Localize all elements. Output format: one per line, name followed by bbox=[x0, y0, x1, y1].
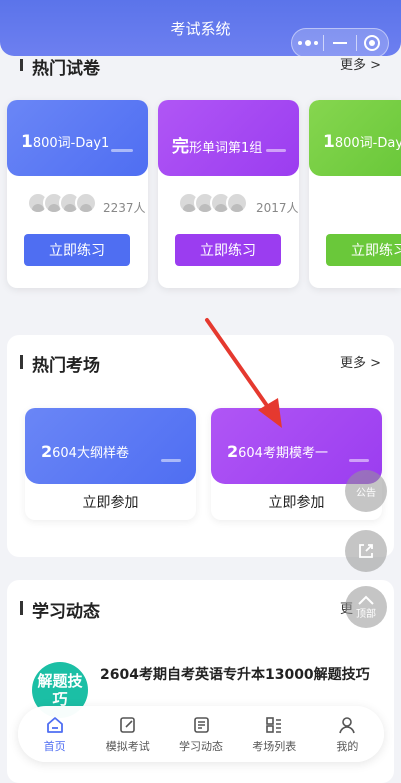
join-button[interactable]: 立即参加 bbox=[25, 492, 196, 512]
exam-title: 2604大纲样卷 bbox=[41, 442, 129, 461]
tab-label: 我的 bbox=[336, 739, 359, 753]
paper-banner: 完形单词第1组 bbox=[158, 100, 299, 176]
paper-title: 完形单词第1组 bbox=[172, 137, 263, 157]
notice-label: 公告 bbox=[356, 487, 376, 499]
chevron-up-icon bbox=[358, 595, 374, 605]
avatar-icon bbox=[226, 192, 248, 214]
section-marker bbox=[20, 601, 23, 615]
bottom-tab-bar: 首页 模拟考试 学习动态 考场列表 我的 bbox=[18, 706, 384, 762]
tab-label: 学习动态 bbox=[179, 739, 223, 753]
list-icon bbox=[266, 716, 282, 733]
participant-count: 2237人 bbox=[103, 201, 146, 215]
hot-exams-title: 热门考场 bbox=[32, 356, 100, 376]
notice-button[interactable]: 公告 bbox=[345, 470, 387, 512]
close-button[interactable] bbox=[357, 29, 388, 57]
tab-label: 考场列表 bbox=[252, 739, 297, 753]
section-marker bbox=[20, 355, 23, 369]
tab-exam-list[interactable]: 考场列表 bbox=[238, 706, 311, 762]
paper-banner: 1800词-Day2 bbox=[309, 100, 401, 176]
share-button[interactable] bbox=[345, 530, 387, 572]
tab-label: 首页 bbox=[43, 739, 66, 753]
paper-banner: 1800词-Day1 bbox=[7, 100, 148, 176]
exam-banner: 2604大纲样卷 bbox=[25, 408, 196, 484]
tab-label: 模拟考试 bbox=[105, 739, 150, 753]
tab-home[interactable]: 首页 bbox=[18, 706, 91, 762]
minimize-icon bbox=[332, 42, 347, 44]
back-to-top-label: 顶部 bbox=[356, 608, 376, 620]
close-target-icon bbox=[364, 35, 381, 51]
minimize-button[interactable] bbox=[324, 29, 355, 57]
banner-decoration bbox=[111, 149, 133, 152]
section-marker bbox=[20, 59, 23, 71]
paper-card-1[interactable]: 1800词-Day1 2237人 立即练习 bbox=[7, 100, 148, 288]
exam-card-1[interactable]: 2604大纲样卷 立即参加 bbox=[25, 408, 196, 520]
tab-study-news[interactable]: 学习动态 bbox=[164, 706, 237, 762]
share-icon bbox=[359, 544, 373, 558]
avatar-icon bbox=[75, 192, 97, 214]
tab-mock-exam[interactable]: 模拟考试 bbox=[91, 706, 164, 762]
user-icon bbox=[339, 716, 356, 733]
hot-papers-more-link[interactable]: 更多 > bbox=[340, 54, 381, 73]
practice-button[interactable]: 立即练习 bbox=[326, 234, 401, 266]
more-options-button[interactable] bbox=[292, 29, 323, 57]
participant-avatars bbox=[27, 192, 97, 214]
banner-decoration bbox=[349, 459, 369, 462]
study-news-title: 学习动态 bbox=[32, 602, 100, 622]
participant-avatars bbox=[178, 192, 248, 214]
tab-profile[interactable]: 我的 bbox=[311, 706, 384, 762]
paper-title: 1800词-Day1 bbox=[21, 132, 110, 152]
exam-title: 2604考期模考一 bbox=[227, 442, 328, 461]
paper-title: 1800词-Day2 bbox=[323, 132, 401, 152]
practice-button[interactable]: 立即练习 bbox=[24, 234, 130, 266]
hot-papers-title: 热门试卷 bbox=[32, 59, 100, 79]
edit-icon bbox=[119, 716, 135, 733]
banner-decoration bbox=[161, 459, 181, 462]
hot-exams-more-link[interactable]: 更多 > bbox=[340, 352, 381, 371]
paper-card-3[interactable]: 1800词-Day2 立即练习 bbox=[309, 100, 401, 288]
more-dots-icon bbox=[297, 40, 318, 46]
news-title: 2604考期自考英语专升本13000解题技巧 bbox=[100, 667, 370, 683]
practice-button[interactable]: 立即练习 bbox=[175, 234, 281, 266]
participant-count: 2017人 bbox=[256, 201, 299, 215]
home-icon bbox=[46, 716, 63, 733]
news-icon bbox=[194, 716, 209, 733]
app-header: 考试系统 bbox=[0, 0, 401, 58]
back-to-top-button[interactable]: 顶部 bbox=[345, 586, 387, 628]
paper-card-2[interactable]: 完形单词第1组 2017人 立即练习 bbox=[158, 100, 299, 288]
banner-decoration bbox=[266, 149, 286, 152]
